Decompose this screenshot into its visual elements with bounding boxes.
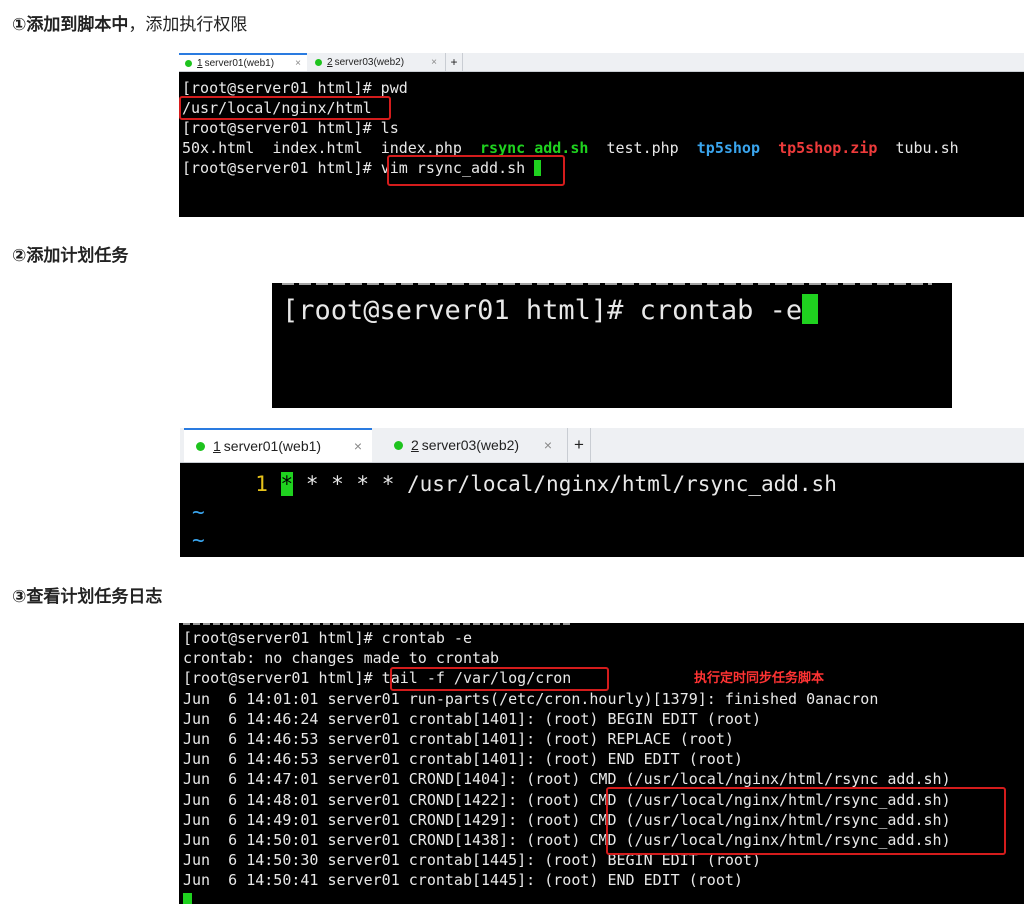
cron-entry: * * * * /usr/local/nginx/html/rsync_add.… <box>293 472 837 496</box>
cropped-previous-line <box>282 283 932 287</box>
connected-status-icon <box>196 441 205 451</box>
step2-tab-server03[interactable]: 2 server03(web2) × <box>376 428 564 462</box>
line-number: 1 <box>255 472 268 496</box>
empty-line-tilde: ~ <box>192 528 205 552</box>
editor-line: 1 * * * * * /usr/local/nginx/html/rsync_… <box>192 472 837 496</box>
highlight-box-cmd-entries <box>606 787 1006 855</box>
tab-number: 1 <box>213 438 221 454</box>
new-tab-button[interactable]: + <box>567 428 591 462</box>
terminal-line: [root@server01 html]# pwd <box>182 79 408 97</box>
step2-editor-terminal: 1 server01(web1) × 2 server03(web2) × + … <box>180 428 1024 557</box>
connected-status-icon <box>185 59 192 67</box>
terminal-cursor <box>183 892 192 904</box>
step2-command-line: [root@server01 html]# crontab -e <box>272 283 952 328</box>
step3-log-output: [root@server01 html]# crontab -e crontab… <box>179 623 1024 904</box>
tab-label: server01(web1) <box>223 438 322 454</box>
step1-heading-rest: ，添加执行权限 <box>128 15 248 35</box>
tab-number: 2 <box>411 437 419 453</box>
tab-label: server03(web2) <box>421 437 520 453</box>
cropped-previous-line <box>183 623 573 627</box>
highlight-box-pwd-output <box>179 96 391 120</box>
log-line: crontab: no changes made to crontab <box>183 649 500 668</box>
close-tab-icon[interactable]: × <box>295 58 301 69</box>
empty-line-tilde: ~ <box>192 500 205 524</box>
log-line: Jun 6 14:47:01 server01 CROND[1404]: (ro… <box>183 770 951 789</box>
log-line: Jun 6 14:46:53 server01 crontab[1401]: (… <box>183 730 734 749</box>
tab-label: server03(web2) <box>334 56 405 68</box>
new-tab-button[interactable]: + <box>445 53 463 71</box>
highlight-box-tail-command <box>390 667 609 691</box>
file-list: 50x.html index.html index.php rsync_add.… <box>182 139 959 157</box>
file-entry: 50x.html <box>182 139 255 157</box>
terminal-cursor <box>802 294 819 324</box>
step3-terminal: [root@server01 html]# crontab -e crontab… <box>179 623 1024 904</box>
log-line: [root@server01 html]# crontab -e <box>183 629 472 647</box>
step2-terminal-zoom: [root@server01 html]# crontab -e <box>272 283 952 408</box>
step1-tab-server01[interactable]: 1 server01(web1) × <box>179 53 307 71</box>
log-line: Jun 6 14:50:41 server01 crontab[1445]: (… <box>183 871 743 890</box>
step3-heading: ③查看计划任务日志 <box>12 587 163 607</box>
tab-number: 2 <box>327 56 333 68</box>
file-entry-directory: tp5shop <box>696 139 760 157</box>
log-line: Jun 6 14:01:01 server01 run-parts(/etc/c… <box>183 689 879 708</box>
annotation-label: 执行定时同步任务脚本 <box>694 671 825 686</box>
terminal-line: [root@server01 html]# ls <box>182 119 399 137</box>
step2-tab-server01[interactable]: 1 server01(web1) × <box>184 428 372 462</box>
close-tab-icon[interactable]: × <box>544 437 552 453</box>
step1-heading-bold: ①添加到脚本中 <box>12 15 129 35</box>
command-text: crontab -e <box>639 295 803 326</box>
prompt: [root@server01 html]# <box>182 159 381 177</box>
step2-editor-content: 1 * * * * * /usr/local/nginx/html/rsync_… <box>180 463 1024 554</box>
file-entry: index.html <box>272 139 363 157</box>
step2-tab-bar: 1 server01(web1) × 2 server03(web2) × + <box>180 428 1024 463</box>
connected-status-icon <box>315 58 322 66</box>
file-entry: test.php <box>606 139 679 157</box>
step1-tab-server03[interactable]: 2 server03(web2) × <box>309 53 443 71</box>
step1-terminal-output: [root@server01 html]# pwd /usr/local/ngi… <box>179 72 1024 178</box>
step1-terminal: 1 server01(web1) × 2 server03(web2) × + … <box>179 53 1024 217</box>
file-entry: tubu.sh <box>895 139 959 157</box>
tab-label: server01(web1) <box>204 57 275 69</box>
step2-heading: ②添加计划任务 <box>12 246 129 266</box>
log-line: Jun 6 14:46:24 server01 crontab[1401]: (… <box>183 709 761 728</box>
close-tab-icon[interactable]: × <box>354 438 362 454</box>
tab-number: 1 <box>197 57 203 69</box>
file-entry-archive: tp5shop.zip <box>778 139 878 157</box>
highlight-box-vim-command <box>387 155 565 186</box>
connected-status-icon <box>394 440 403 450</box>
log-line: Jun 6 14:46:53 server01 crontab[1401]: (… <box>183 750 743 769</box>
step1-tab-bar: 1 server01(web1) × 2 server03(web2) × + <box>179 53 1024 72</box>
prompt: [root@server01 html]# <box>282 295 640 326</box>
editor-cursor: * <box>280 472 294 496</box>
step1-heading: ①添加到脚本中，添加执行权限 <box>12 10 247 35</box>
close-tab-icon[interactable]: × <box>431 57 437 68</box>
